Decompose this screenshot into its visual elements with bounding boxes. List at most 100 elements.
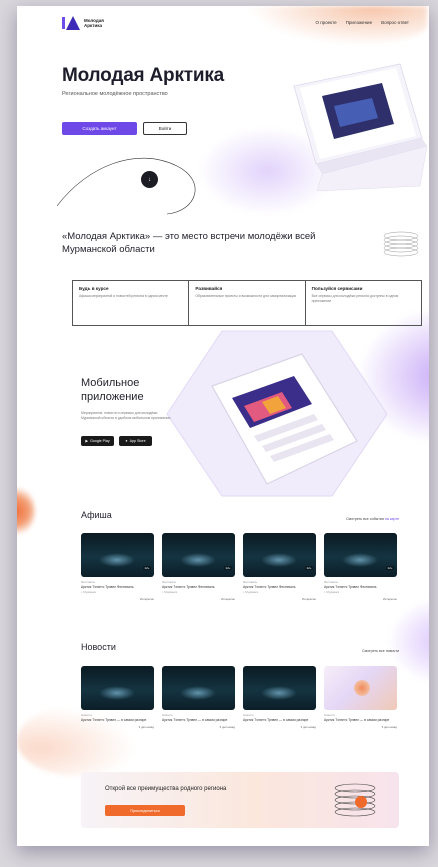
hero-title: Молодая Арктика: [62, 65, 225, 86]
news-headline: Арктик Тэлэнтс Трэвел — в самом разгаре: [324, 718, 390, 722]
age-badge: 12+: [385, 566, 394, 570]
store-label: App Store: [129, 439, 146, 443]
event-category: Фестиваль: [243, 580, 258, 584]
event-category: Фестиваль: [162, 580, 177, 584]
news-category: Новости: [81, 713, 92, 717]
logo[interactable]: Молодая Арктика: [62, 16, 114, 30]
arrow-down-icon: ↓: [148, 176, 151, 183]
decor-blob: [17, 486, 35, 536]
event-category: Фестиваль: [324, 580, 339, 584]
feature-text: Афиша мероприятий и новостей региона в о…: [79, 294, 168, 298]
nav-link-app[interactable]: Приложение: [346, 20, 372, 25]
news-card[interactable]: Новости Арктик Тэлэнтс Трэвел — в самом …: [162, 666, 235, 729]
decor-curve: [57, 157, 196, 215]
news-cards: Новости Арктик Тэлэнтс Трэвел — в самом …: [81, 666, 397, 729]
feature-card: Пользуйся сервисами Все сервисы для моло…: [306, 281, 421, 325]
feature-title: Пользуйся сервисами: [311, 286, 363, 291]
play-icon: ▶: [85, 439, 89, 443]
age-badge: 12+: [223, 566, 232, 570]
news-title: Новости: [81, 642, 116, 652]
event-title: Арктик Тэлэнтс Трэвел Фестиваль: [162, 585, 215, 589]
phone-mockup: [211, 353, 358, 485]
age-badge: 12+: [142, 566, 151, 570]
event-title: Арктик Тэлэнтс Трэвел Фестиваль: [81, 585, 134, 589]
afisha-all-link[interactable]: Смотреть все события на карте: [346, 517, 399, 521]
store-buttons: ▶ Google Play ● App Store: [81, 436, 152, 446]
feature-text: Образовательные проекты и возможности дл…: [195, 294, 297, 298]
feature-title: Будь в курсе: [79, 286, 109, 291]
cta-banner: Открой все преимущества родного региона …: [81, 772, 399, 828]
about-title: «Молодая Арктика» — это место встречи мо…: [62, 231, 316, 255]
event-title: Арктик Тэлэнтс Трэвел Фестиваль: [243, 585, 296, 589]
landing-page: Молодая Арктика О проекте Приложение Воп…: [17, 6, 429, 846]
event-card[interactable]: 12+ Фестиваль Арктик Тэлэнтс Трэвел Фест…: [324, 533, 397, 601]
site-header: Молодая Арктика О проекте Приложение Воп…: [17, 6, 429, 46]
feature-title: Развивайся: [195, 286, 223, 291]
news-headline: Арктик Тэлэнтс Трэвел — в самом разгаре: [162, 718, 228, 722]
decor-coil: [383, 231, 419, 257]
news-card[interactable]: Новости Арктик Тэлэнтс Трэвел — в самом …: [324, 666, 397, 729]
news-date: 3 дня назад: [219, 725, 235, 730]
event-image: 12+: [162, 533, 235, 577]
event-category: Фестиваль: [81, 580, 96, 584]
apple-icon: ●: [125, 439, 128, 443]
join-button[interactable]: Присоединиться: [105, 805, 185, 816]
features-grid: Будь в курсе Афиша мероприятий и новосте…: [72, 280, 422, 326]
event-image: 12+: [81, 533, 154, 577]
news-category: Новости: [324, 713, 335, 717]
afisha-link-text: Смотреть все события: [346, 517, 384, 521]
news-date: 3 дня назад: [138, 725, 154, 730]
event-interest[interactable]: Интересно: [162, 597, 235, 601]
google-play-button[interactable]: ▶ Google Play: [81, 436, 114, 446]
afisha-link-accent: на карте: [384, 517, 399, 521]
event-place: г. Мурманск: [162, 590, 178, 595]
app-store-button[interactable]: ● App Store: [119, 436, 152, 446]
feature-card: Развивайся Образовательные проекты и воз…: [189, 281, 306, 325]
afisha-cards: 12+ Фестиваль Арктик Тэлэнтс Трэвел Фест…: [81, 533, 397, 601]
afisha-title: Афиша: [81, 510, 112, 520]
event-title: Арктик Тэлэнтс Трэвел Фестиваль: [324, 585, 377, 589]
feature-text: Все сервисы для молодёжи региона доступн…: [311, 294, 399, 303]
mobile-app-title: Мобильное приложение: [81, 377, 144, 403]
news-image: [243, 666, 316, 710]
hero-subtitle: Региональное молодёжное пространство: [62, 91, 168, 97]
news-headline: Арктик Тэлэнтс Трэвел — в самом разгаре: [81, 718, 147, 722]
event-interest[interactable]: Интересно: [81, 597, 154, 601]
event-image: 12+: [243, 533, 316, 577]
create-account-button[interactable]: Создать аккаунт: [62, 122, 137, 135]
decor-coil: [334, 783, 376, 817]
logo-text: Молодая Арктика: [84, 18, 104, 28]
event-interest[interactable]: Интересно: [243, 597, 316, 601]
event-card[interactable]: 12+ Фестиваль Арктик Тэлэнтс Трэвел Фест…: [162, 533, 235, 601]
news-image: [324, 666, 397, 710]
news-headline: Арктик Тэлэнтс Трэвел — в самом разгаре: [243, 718, 309, 722]
age-badge: 12+: [304, 566, 313, 570]
news-card[interactable]: Новости Арктик Тэлэнтс Трэвел — в самом …: [243, 666, 316, 729]
event-place: г. Мурманск: [243, 590, 259, 595]
mobile-app-description: Мероприятия, новости и сервисы для молод…: [81, 411, 171, 420]
news-card[interactable]: Новости Арктик Тэлэнтс Трэвел — в самом …: [81, 666, 154, 729]
logo-icon: [62, 16, 80, 30]
event-interest[interactable]: Интересно: [324, 597, 397, 601]
main-nav: О проекте Приложение Вопрос-ответ: [315, 20, 409, 25]
scroll-down-button[interactable]: ↓: [141, 171, 158, 188]
event-place: г. Мурманск: [324, 590, 340, 595]
nav-link-about[interactable]: О проекте: [315, 20, 336, 25]
event-place: г. Мурманск: [81, 590, 97, 595]
news-date: 3 дня назад: [300, 725, 316, 730]
news-image: [81, 666, 154, 710]
news-image: [162, 666, 235, 710]
store-label: Google Play: [90, 439, 110, 443]
news-date: 3 дня назад: [381, 725, 397, 730]
feature-card: Будь в курсе Афиша мероприятий и новосте…: [73, 281, 190, 325]
event-card[interactable]: 12+ Фестиваль Арктик Тэлэнтс Трэвел Фест…: [243, 533, 316, 601]
laptop-mockup: [293, 63, 427, 191]
cta-text: Открой все преимущества родного региона: [105, 786, 227, 792]
event-image: 12+: [324, 533, 397, 577]
nav-link-faq[interactable]: Вопрос-ответ: [381, 20, 409, 25]
news-category: Новости: [162, 713, 173, 717]
login-button[interactable]: Войти: [143, 122, 187, 135]
event-card[interactable]: 12+ Фестиваль Арктик Тэлэнтс Трэвел Фест…: [81, 533, 154, 601]
news-category: Новости: [243, 713, 254, 717]
news-all-link[interactable]: Смотреть все новости: [362, 649, 399, 653]
